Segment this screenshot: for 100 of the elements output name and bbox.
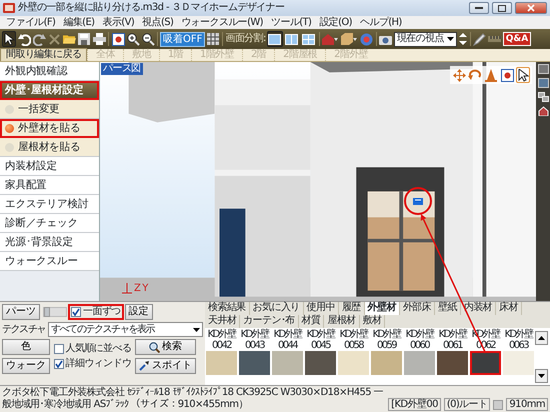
material-description: クボタ松下電工外装株式会社 ｾﾗﾃﾞｨｰﾙ18 ﾓｻﾞｲｸｽﾄﾗｲﾌﾟ18 CK3925C W3030×D18×H455 一般地域用･寒冷地域用 ASﾌﾞﾗｯｸ （サイズ：910×455mm） <box>2 387 384 411</box>
menu-item[interactable]: 設定(O) <box>319 16 352 28</box>
texture-swatch[interactable] <box>503 351 534 375</box>
walk-button[interactable]: ウォーク <box>2 358 50 374</box>
view-label: パース図 <box>101 63 143 75</box>
maximize-button[interactable] <box>492 2 512 14</box>
material-code: [KD外壁00 <box>388 398 441 411</box>
material-tab[interactable]: 床材 <box>496 302 522 315</box>
texture-swatch[interactable] <box>206 351 237 375</box>
pencil-icon[interactable] <box>472 31 487 47</box>
check-icon <box>72 308 80 316</box>
swatch-label: KD外壁0043 <box>240 329 270 351</box>
back-to-floorplan-tab[interactable]: 間取り編集に戻る <box>0 48 88 61</box>
material-tab[interactable]: 材質 <box>298 315 324 328</box>
fit-view-icon[interactable] <box>500 67 514 83</box>
sidebar-item[interactable]: 診断／チェック <box>0 214 99 233</box>
floor-tab: 1階 <box>158 49 191 61</box>
menu-item[interactable]: 表示(V) <box>102 16 134 28</box>
menu-item[interactable]: ファイル(F) <box>6 16 56 28</box>
sidebar-item[interactable]: 外壁材を貼る <box>0 119 99 138</box>
grid-icon[interactable] <box>206 31 220 47</box>
axis-label: Z <box>134 283 140 295</box>
option-checkbox[interactable]: 詳細ウィンドウ <box>52 358 132 370</box>
floor-tab: 2階外壁 <box>325 49 376 61</box>
settings-button[interactable]: 設定 <box>124 304 153 320</box>
eyedropper-button[interactable]: スポイト <box>134 358 196 374</box>
color-button[interactable]: 色 <box>2 339 50 355</box>
scroll-down-button[interactable] <box>535 369 548 383</box>
split-label: 画面分割: <box>225 33 266 45</box>
minimize-button[interactable] <box>469 2 489 14</box>
menu-item[interactable]: ヘルプ(H) <box>360 16 402 28</box>
panel-icon[interactable] <box>538 78 548 88</box>
one-face-checkbox[interactable]: 一面ずつ <box>70 306 122 318</box>
parts-button[interactable]: パーツ <box>2 304 40 320</box>
texture-swatch[interactable] <box>239 351 270 375</box>
sidebar-item[interactable]: 家具配置 <box>0 176 99 195</box>
sidebar-item[interactable]: エクステリア検討 <box>0 195 99 214</box>
option-checkbox[interactable]: 人気順に並べる <box>52 343 132 355</box>
sidebar-item[interactable]: ウォークスルー <box>0 252 99 271</box>
texture-swatch[interactable] <box>305 351 336 375</box>
search-icon <box>148 342 160 352</box>
sidebar-item[interactable]: 内装材設定 <box>0 157 99 176</box>
texture-swatch[interactable] <box>371 351 402 375</box>
window-title: 外壁の一部を縦に貼り分ける.m3d - ３Ｄマイホームデザイナー <box>18 2 286 14</box>
house-icon[interactable] <box>538 106 548 116</box>
material-tab[interactable]: お気に入り <box>250 302 304 315</box>
print-icon[interactable] <box>92 31 106 47</box>
material-tab[interactable]: 壁紙 <box>435 302 461 315</box>
sidebar-item-label: 一括変更 <box>18 102 60 116</box>
search-button[interactable]: 検索 <box>134 339 196 355</box>
split-view-button[interactable] <box>284 31 300 47</box>
box-icon[interactable] <box>340 31 359 47</box>
texture-swatch[interactable] <box>437 351 468 375</box>
caret-up-icon <box>538 336 545 340</box>
length-value: 910mm <box>506 398 548 411</box>
texture-swatch[interactable] <box>470 351 501 375</box>
qa-button[interactable]: Q&A <box>502 32 532 46</box>
sidebar-item[interactable]: 屋根材を貼る <box>0 138 99 157</box>
zoom-out-icon[interactable] <box>141 31 155 47</box>
menu-item[interactable]: 編集(E) <box>63 16 94 28</box>
snap-toggle-button[interactable]: 吸着OFF <box>160 32 206 46</box>
zoom-in-icon[interactable] <box>126 31 140 47</box>
size-slider[interactable] <box>43 307 67 317</box>
floor-tab: 全体 <box>87 49 124 61</box>
save-icon[interactable] <box>77 31 91 47</box>
fit-view-icon[interactable] <box>111 31 125 47</box>
slider-thumb[interactable] <box>44 307 50 317</box>
material-tab[interactable]: 検索結果 <box>205 302 250 315</box>
floor-tab: 1階外壁 <box>191 49 242 61</box>
split-view-button[interactable] <box>266 31 283 47</box>
swatch-label: KD外壁0059 <box>372 329 402 351</box>
swatch-label: KD外壁0061 <box>438 329 468 351</box>
split-view-button[interactable] <box>300 31 317 47</box>
texture-swatch[interactable] <box>404 351 435 375</box>
cone-icon[interactable] <box>484 67 498 83</box>
menu-item[interactable]: ツール(T) <box>271 16 312 28</box>
maximize-icon <box>498 4 506 12</box>
panel-icon[interactable] <box>538 64 548 74</box>
material-tab[interactable]: 外壁材 <box>364 302 400 315</box>
scroll-up-button[interactable] <box>535 331 548 345</box>
floor-tab: 敷地 <box>123 49 159 61</box>
pointer-icon[interactable] <box>516 67 530 83</box>
menu-item[interactable]: 視点(S) <box>142 16 174 28</box>
texture-swatch[interactable] <box>338 351 369 375</box>
material-tab[interactable]: 使用中 <box>304 302 339 315</box>
material-tab[interactable]: 敷材 <box>360 315 386 328</box>
sidebar-item[interactable]: 外壁･屋根材設定 <box>0 81 99 100</box>
texture-filter-dropdown[interactable]: すべてのテクスチャを表示 <box>48 322 203 337</box>
minimize-icon <box>475 7 483 9</box>
close-button[interactable] <box>515 2 547 14</box>
sidebar-item[interactable]: 一括変更 <box>0 100 99 119</box>
sidebar-item-label: 屋根材を貼る <box>18 140 80 154</box>
texture-swatch[interactable] <box>272 351 303 375</box>
sidebar-item[interactable]: 外観内観確認 <box>0 62 99 81</box>
sidebar-item[interactable]: 光源･背景設定 <box>0 233 99 252</box>
move-icon[interactable] <box>452 67 466 83</box>
pointer-icon[interactable] <box>2 31 16 47</box>
menu-item[interactable]: ウォークスルー(W) <box>181 16 263 28</box>
swatch-label: KD外壁0058 <box>338 329 369 351</box>
windows-icon[interactable] <box>538 92 548 102</box>
